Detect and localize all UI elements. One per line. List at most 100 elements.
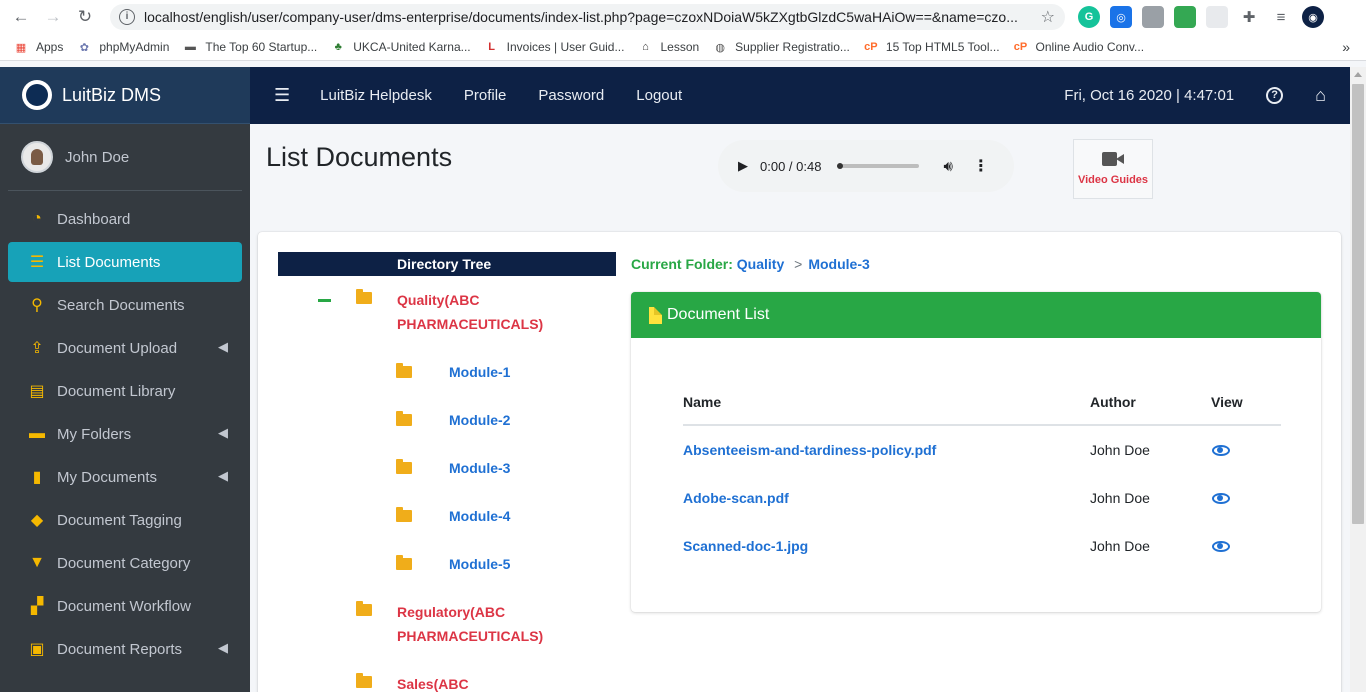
collapse-minus-icon[interactable] [318, 299, 331, 302]
page-title: List Documents [266, 142, 453, 172]
sidebar-item-dashboard[interactable]: ◔ Dashboard [8, 199, 242, 239]
tree-node-module-5[interactable]: Module-5 [396, 554, 510, 574]
sidebar-item-document-reports[interactable]: ▣ Document Reports ◀ [8, 629, 242, 669]
help-icon[interactable]: ? [1266, 87, 1284, 104]
profile-avatar-icon[interactable]: ◉ [1302, 6, 1324, 28]
nav-password[interactable]: Password [538, 87, 604, 104]
scroll-up-arrow-icon[interactable] [1354, 72, 1362, 77]
nav-logout[interactable]: Logout [636, 87, 682, 104]
document-list-title: Document List [667, 306, 770, 323]
audio-player[interactable]: ▶ 0:00 / 0:48 🔊︎ ⋮ [718, 140, 1014, 192]
sidebar-item-document-category[interactable]: ▼ Document Category [8, 543, 242, 583]
bookmark-invoices[interactable]: L Invoices | User Guid... [485, 40, 625, 54]
file-icon [649, 306, 662, 324]
bookmark-audio-converter[interactable]: cP Online Audio Conv... [1014, 40, 1144, 54]
chevron-left-icon: ◀ [218, 468, 228, 483]
sidebar-item-document-workflow[interactable]: ▞ Document Workflow [8, 586, 242, 626]
user-name: John Doe [65, 148, 130, 166]
sidebar-item-label: My Folders [57, 425, 132, 443]
tree-node-quality[interactable]: Quality(ABC PHARMACEUTICALS) [356, 288, 557, 336]
extension-blue-icon[interactable]: ◎ [1110, 6, 1132, 28]
home-icon[interactable]: ⌂ [1315, 85, 1326, 106]
site-info-icon[interactable]: i [119, 9, 135, 25]
bookmark-apps[interactable]: ▦ Apps [14, 40, 64, 54]
sidebar-item-label: Document Reports [57, 640, 183, 658]
video-camera-icon [1102, 152, 1124, 166]
extension-green-icon[interactable] [1174, 6, 1196, 28]
nav-profile[interactable]: Profile [464, 87, 507, 104]
forward-arrow-icon[interactable]: → [42, 6, 64, 28]
sidebar-item-document-upload[interactable]: ⇪ Document Upload ◀ [8, 328, 242, 368]
user-panel[interactable]: John Doe [8, 124, 242, 191]
document-link[interactable]: Scanned-doc-1.jpg [683, 538, 1090, 554]
tree-node-sales[interactable]: Sales(ABC [356, 672, 557, 692]
grammarly-icon[interactable]: G [1078, 6, 1100, 28]
tree-node-label[interactable]: Module-3 [449, 458, 510, 478]
bookmark-label: Invoices | User Guid... [506, 40, 625, 54]
sidebar-item-document-tagging[interactable]: ◆ Document Tagging [8, 500, 242, 540]
bookmark-startup[interactable]: ▬ The Top 60 Startup... [183, 40, 317, 54]
tree-node-module-2[interactable]: Module-2 [396, 410, 510, 430]
bookmark-phpmyadmin[interactable]: ✿ phpMyAdmin [77, 40, 170, 54]
breadcrumb: Current Folder: Quality > Module-3 [631, 256, 870, 272]
sidebar-item-document-library[interactable]: ▤ Document Library [8, 371, 242, 411]
bookmark-lesson[interactable]: ⌂ Lesson [638, 40, 699, 54]
tree-node-module-1[interactable]: Module-1 [396, 362, 510, 382]
eye-icon[interactable] [1212, 492, 1230, 504]
breadcrumb-root-link[interactable]: Quality [737, 256, 784, 272]
bookmark-icon: ▼ [29, 554, 45, 571]
eye-icon[interactable] [1212, 540, 1230, 552]
sidebar-item-search-documents[interactable]: ⚲ Search Documents [8, 285, 242, 325]
tree-node-regulatory[interactable]: Regulatory(ABC PHARMACEUTICALS) [356, 600, 557, 648]
nav-helpdesk[interactable]: LuitBiz Helpdesk [320, 87, 432, 104]
sidebar-item-my-folders[interactable]: ▬ My Folders ◀ [8, 414, 242, 454]
table-row: Absenteeism-and-tardiness-policy.pdf Joh… [683, 426, 1281, 474]
document-link[interactable]: Absenteeism-and-tardiness-policy.pdf [683, 442, 1090, 458]
breadcrumb-current[interactable]: Module-3 [808, 256, 869, 272]
more-bookmarks-chevron[interactable]: » [1342, 39, 1350, 55]
tree-node-label[interactable]: Regulatory(ABC PHARMACEUTICALS) [397, 600, 557, 648]
tree-node-module-4[interactable]: Module-4 [396, 506, 510, 526]
column-header-view: View [1211, 394, 1243, 410]
tree-node-label[interactable]: Module-5 [449, 554, 510, 574]
sidebar-item-label: Document Library [57, 382, 176, 400]
bookmark-ukca[interactable]: ♣ UKCA-United Karna... [331, 40, 471, 54]
search-icon: ⚲ [31, 297, 43, 314]
audio-time: 0:00 / 0:48 [760, 158, 822, 174]
audio-progress-slider[interactable] [837, 163, 920, 169]
address-bar[interactable]: i localhost/english/user/company-user/dm… [110, 4, 1065, 30]
more-options-icon[interactable]: ⋮ [973, 156, 989, 176]
tree-node-label[interactable]: Module-1 [449, 362, 510, 382]
phpmyadmin-icon: ✿ [79, 41, 89, 54]
extension-light-icon[interactable] [1206, 6, 1228, 28]
tree-node-label[interactable]: Quality(ABC PHARMACEUTICALS) [397, 288, 557, 336]
back-arrow-icon[interactable]: ← [10, 6, 32, 28]
reload-icon[interactable]: ↻ [74, 6, 96, 28]
brand[interactable]: LuitBiz DMS [0, 67, 250, 124]
tree-node-label[interactable]: Module-2 [449, 410, 510, 430]
volume-icon[interactable]: 🔊︎ [943, 158, 952, 175]
media-control-icon[interactable]: ≡ [1270, 6, 1292, 28]
tree-node-module-3[interactable]: Module-3 [396, 458, 510, 478]
video-guides-label: Video Guides [1077, 174, 1149, 186]
documents-card: Directory Tree Quality(ABC PHARMACEUTICA… [258, 232, 1341, 692]
sidebar-item-label: Dashboard [57, 210, 131, 228]
eye-icon[interactable] [1212, 444, 1230, 456]
scrollbar-thumb[interactable] [1352, 84, 1364, 524]
hamburger-menu-icon[interactable]: ☰ [274, 85, 290, 106]
url-text[interactable]: localhost/english/user/company-user/dms-… [144, 9, 1034, 25]
video-guides-button[interactable]: Video Guides [1073, 139, 1153, 199]
bookmark-supplier[interactable]: ◍ Supplier Registratio... [713, 40, 850, 54]
tree-node-label[interactable]: Sales(ABC [397, 672, 557, 692]
bookmark-html5-tools[interactable]: cP 15 Top HTML5 Tool... [864, 40, 999, 54]
play-icon[interactable]: ▶ [738, 158, 748, 174]
bookmark-star-icon[interactable]: ☆ [1041, 7, 1055, 27]
puzzle-icon[interactable]: ✚ [1238, 6, 1260, 28]
sidebar-item-list-documents[interactable]: ☰ List Documents [8, 242, 242, 282]
sidebar-item-my-documents[interactable]: ▮ My Documents ◀ [8, 457, 242, 497]
tree-node-label[interactable]: Module-4 [449, 506, 510, 526]
sidebar-item-label: Document Tagging [57, 511, 182, 529]
document-link[interactable]: Adobe-scan.pdf [683, 490, 1090, 506]
extension-gray-icon[interactable] [1142, 6, 1164, 28]
page-scrollbar[interactable] [1350, 67, 1366, 692]
